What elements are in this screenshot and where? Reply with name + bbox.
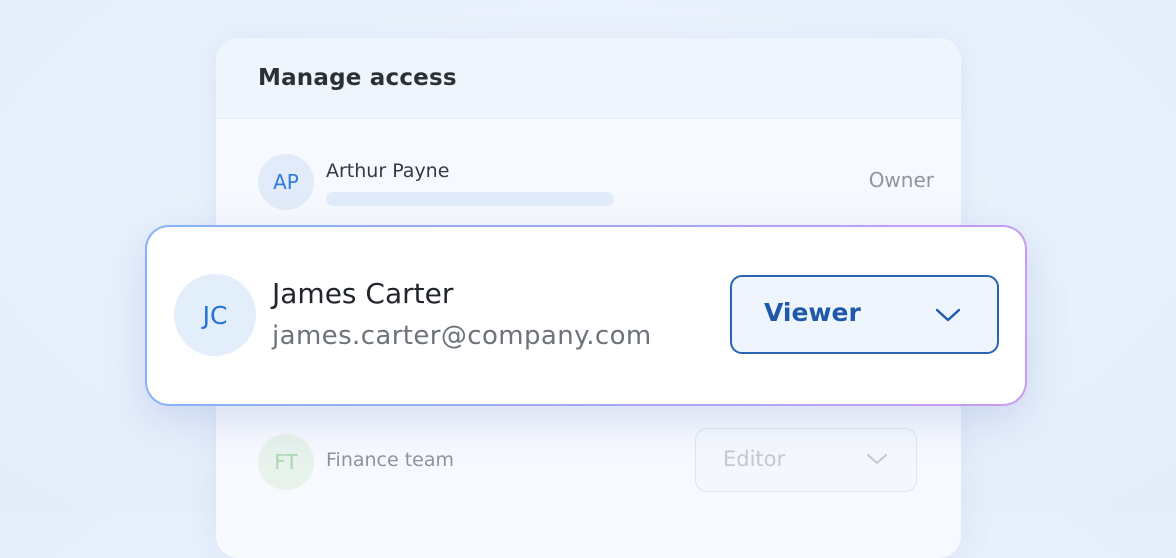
role-dropdown-label: Editor — [723, 447, 786, 471]
avatar: FT — [258, 434, 314, 490]
member-name: Finance team — [326, 449, 455, 471]
chevron-down-icon — [935, 308, 961, 322]
panel-header: Manage access — [216, 38, 961, 119]
role-dropdown[interactable]: Viewer — [730, 275, 999, 354]
avatar: JC — [174, 274, 256, 356]
member-role: Owner — [868, 168, 934, 192]
member-row-james-carter[interactable]: JC James Carter james.carter@company.com… — [147, 227, 1025, 404]
role-dropdown-label: Viewer — [764, 298, 861, 327]
member-name: James Carter — [272, 277, 454, 310]
member-row-arthur-payne[interactable]: AP Arthur Payne Owner — [258, 154, 934, 210]
panel-title: Manage access — [258, 65, 457, 91]
role-dropdown[interactable]: Editor — [695, 428, 917, 492]
chevron-down-icon — [867, 454, 887, 464]
member-card-highlight: JC James Carter james.carter@company.com… — [145, 225, 1027, 406]
member-name: Arthur Payne — [326, 160, 450, 182]
avatar: AP — [258, 154, 314, 210]
member-row-finance-team[interactable]: FT Finance team Editor — [258, 428, 938, 492]
email-placeholder-bar — [326, 192, 614, 206]
member-email: james.carter@company.com — [272, 321, 652, 351]
